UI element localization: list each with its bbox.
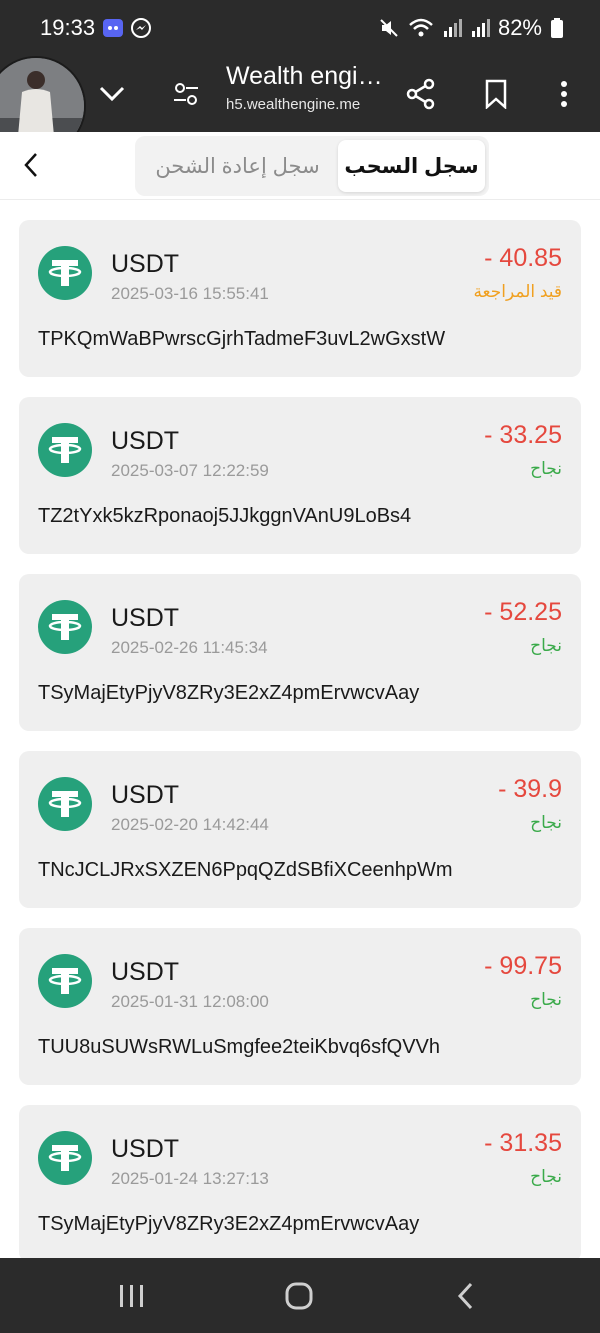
signal-icon bbox=[471, 19, 490, 37]
tab-recharge-history[interactable]: سجل إعادة الشحن bbox=[139, 140, 336, 192]
mute-icon bbox=[380, 19, 398, 37]
wallet-address: TUU8uSUWsRWLuSmgfee2teiKbvq6sfQVVh bbox=[38, 1036, 441, 1058]
status-time: 19:33 bbox=[40, 15, 96, 40]
browser-toolbar: Wealth engi… h5.wealthengine.me bbox=[0, 56, 600, 156]
back-button[interactable] bbox=[16, 150, 46, 180]
tether-icon bbox=[38, 954, 92, 1008]
tab-withdraw-history[interactable]: سجل السحب bbox=[338, 140, 485, 192]
record-date: 2025-01-24 13:27:13 bbox=[111, 1169, 269, 1188]
coin-name: USDT bbox=[111, 1135, 180, 1163]
wifi-icon bbox=[409, 18, 433, 37]
messenger-icon bbox=[131, 18, 151, 38]
wallet-address: TSyMajEtyPjyV8ZRy3E2xZ4pmErvwcvAay bbox=[38, 1213, 420, 1235]
record-card[interactable]: USDT 2025-03-16 15:55:41 - 40.85 قيد الم… bbox=[19, 220, 581, 377]
notification-icons bbox=[102, 17, 152, 39]
share-icon[interactable] bbox=[399, 72, 443, 116]
record-date: 2025-01-31 12:08:00 bbox=[111, 992, 269, 1011]
status-indicators: 82% bbox=[378, 15, 564, 41]
page-url[interactable]: h5.wealthengine.me bbox=[226, 96, 360, 113]
coin-name: USDT bbox=[111, 604, 180, 632]
system-nav-bar bbox=[0, 1258, 600, 1333]
record-amount: - 52.25 bbox=[484, 598, 562, 626]
record-date: 2025-02-26 11:45:34 bbox=[111, 638, 268, 657]
record-amount: - 31.35 bbox=[484, 1129, 562, 1157]
wallet-address: TZ2tYxk5kzRponaoj5JJkggnVAnU9LoBs4 bbox=[38, 505, 412, 527]
status-badge: نجاح bbox=[530, 1167, 562, 1186]
home-icon[interactable] bbox=[281, 1278, 317, 1314]
chevron-down-icon[interactable] bbox=[90, 72, 134, 116]
status-badge: نجاح bbox=[530, 459, 562, 478]
wallet-address: TSyMajEtyPjyV8ZRy3E2xZ4pmErvwcvAay bbox=[38, 682, 420, 704]
coin-name: USDT bbox=[111, 958, 180, 986]
tab-switch: سجل إعادة الشحن سجل السحب bbox=[135, 136, 489, 196]
wallet-address: TNcJCLJRxSXZEN6PpqQZdSBfiXCeenhpWm bbox=[38, 859, 453, 881]
status-badge: نجاح bbox=[530, 636, 562, 655]
record-card[interactable]: USDT 2025-01-24 13:27:13 - 31.35 نجاح TS… bbox=[19, 1105, 581, 1258]
status-badge: قيد المراجعة bbox=[473, 282, 562, 301]
status-bar: 19:33 82% bbox=[0, 0, 600, 56]
chevron-left-icon bbox=[24, 153, 37, 177]
coin-name: USDT bbox=[111, 427, 180, 455]
wallet-address: TPKQmWaBPwrscGjrhTadmeF3uvL2wGxstW bbox=[38, 328, 446, 350]
back-icon[interactable] bbox=[448, 1278, 484, 1314]
record-amount: - 99.75 bbox=[484, 952, 562, 980]
coin-name: USDT bbox=[111, 781, 180, 809]
battery-percent: 82% bbox=[497, 15, 542, 40]
record-card[interactable]: USDT 2025-02-26 11:45:34 - 52.25 نجاح TS… bbox=[19, 574, 581, 731]
tether-icon bbox=[38, 600, 92, 654]
status-badge: نجاح bbox=[530, 813, 562, 832]
tether-icon bbox=[38, 246, 92, 300]
signal-icon bbox=[443, 19, 462, 37]
record-date: 2025-03-07 12:22:59 bbox=[111, 461, 269, 480]
page-title: Wealth engi… bbox=[226, 62, 383, 90]
record-card[interactable]: USDT 2025-01-31 12:08:00 - 99.75 نجاح TU… bbox=[19, 928, 581, 1085]
tune-icon[interactable] bbox=[164, 72, 208, 116]
tether-icon bbox=[38, 777, 92, 831]
battery-icon bbox=[551, 18, 563, 38]
record-date: 2025-03-16 15:55:41 bbox=[111, 284, 269, 303]
record-card[interactable]: USDT 2025-03-07 12:22:59 - 33.25 نجاح TZ… bbox=[19, 397, 581, 554]
record-amount: - 33.25 bbox=[484, 421, 562, 449]
discord-icon bbox=[103, 19, 123, 37]
recents-icon[interactable] bbox=[114, 1278, 150, 1314]
status-badge: نجاح bbox=[530, 990, 562, 1009]
record-card[interactable]: USDT 2025-02-20 14:42:44 - 39.9 نجاح TNc… bbox=[19, 751, 581, 908]
tether-icon bbox=[38, 423, 92, 477]
record-amount: - 40.85 bbox=[484, 244, 562, 272]
record-amount: - 39.9 bbox=[498, 775, 562, 803]
coin-name: USDT bbox=[111, 250, 180, 278]
records-list[interactable]: USDT 2025-03-16 15:55:41 - 40.85 قيد الم… bbox=[0, 200, 600, 1258]
tether-icon bbox=[38, 1131, 92, 1185]
more-icon[interactable] bbox=[542, 72, 586, 116]
page-header: سجل إعادة الشحن سجل السحب bbox=[0, 132, 600, 200]
record-date: 2025-02-20 14:42:44 bbox=[111, 815, 269, 834]
bookmark-icon[interactable] bbox=[474, 72, 518, 116]
